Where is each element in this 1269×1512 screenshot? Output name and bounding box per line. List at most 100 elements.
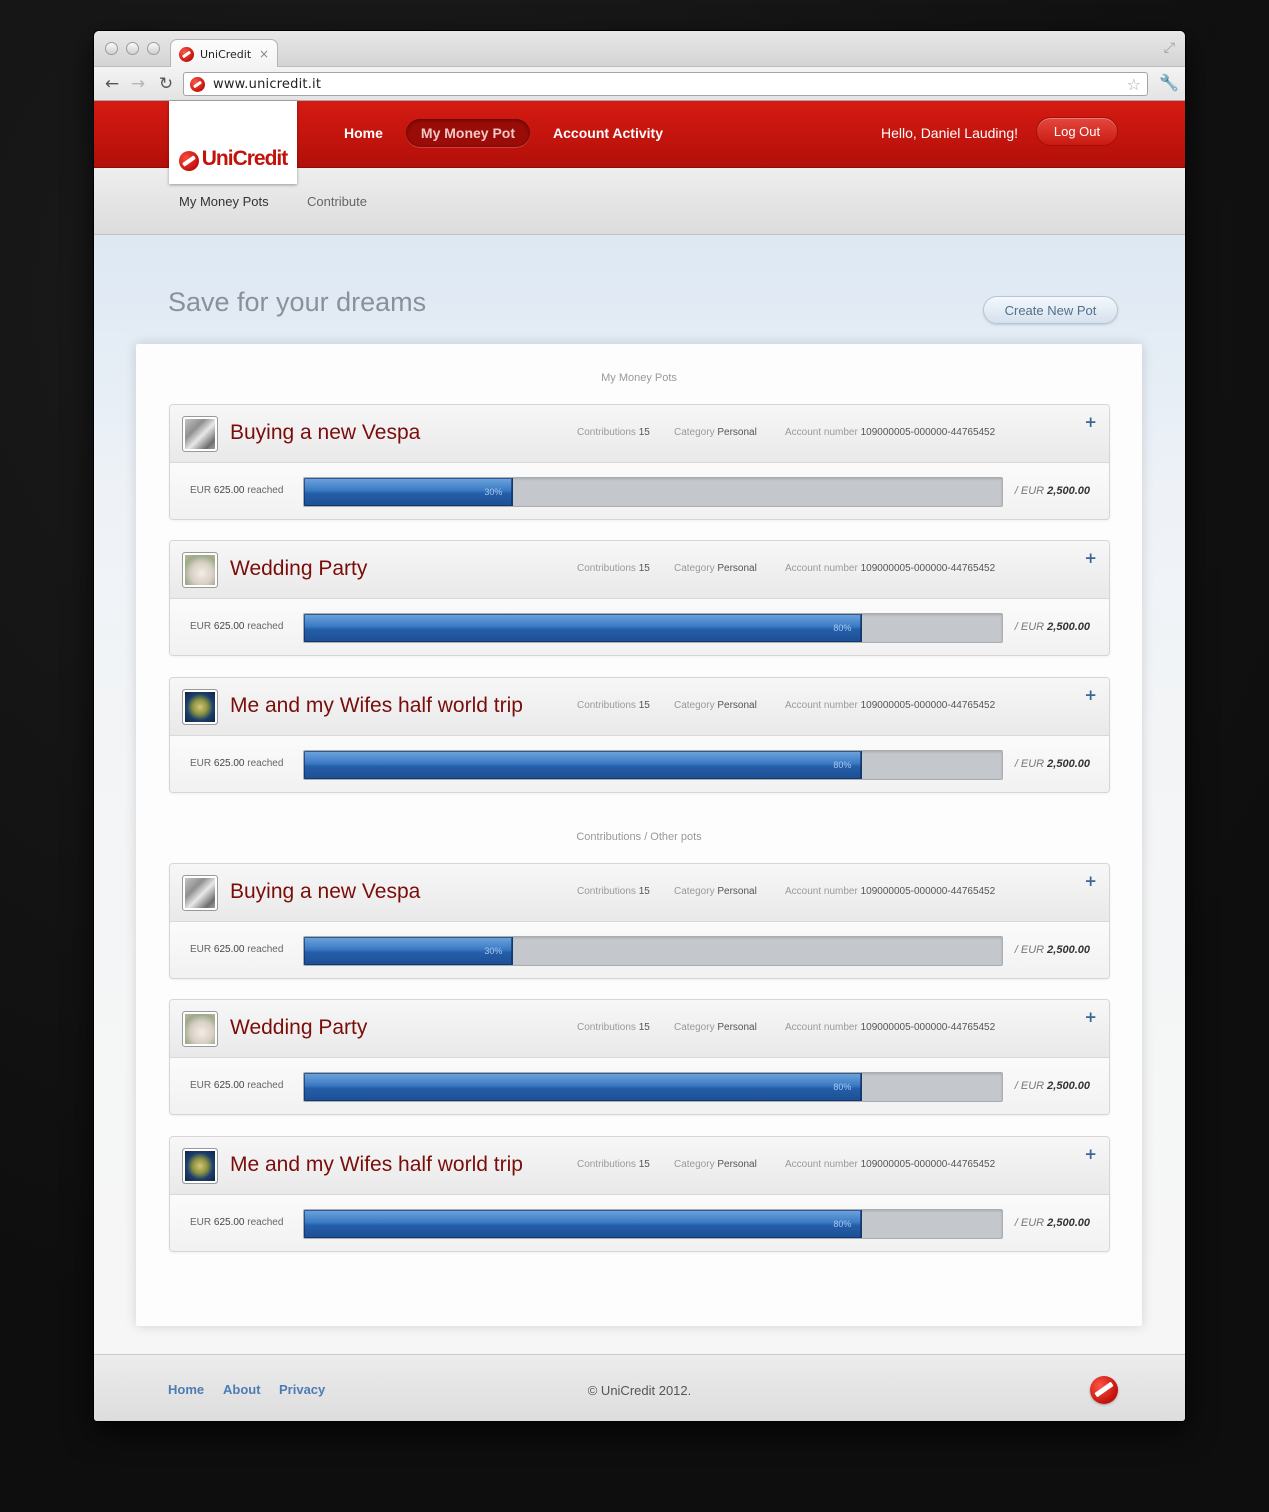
pot-target-amount: / EUR 2,500.00 [1014, 758, 1090, 770]
tab-strip: UniCredit × ⤢ [94, 31, 1185, 68]
progress-fill: 30% [304, 478, 514, 506]
create-new-pot-button[interactable]: Create New Pot [983, 296, 1118, 324]
tab-close-icon[interactable]: × [259, 47, 269, 61]
pot-title[interactable]: Wedding Party [230, 1016, 367, 1040]
pot-progress-row: EUR 625.00 reached 30% / EUR 2,500.00 [170, 922, 1109, 978]
world-photo-thumbnail [182, 689, 218, 725]
progress-label: 30% [484, 487, 503, 497]
vespa-photo-thumbnail [182, 875, 218, 911]
pot-contributions: Contributions 15 [577, 427, 650, 438]
plus-icon[interactable]: + [1084, 549, 1097, 567]
nav-account-activity[interactable]: Account Activity [538, 119, 678, 147]
subnav-contribute[interactable]: Contribute [307, 194, 367, 209]
pot-contributions: Contributions 15 [577, 886, 650, 897]
pot-progress-row: EUR 625.00 reached 80% / EUR 2,500.00 [170, 1195, 1109, 1251]
progress-fill: 80% [304, 751, 863, 779]
browser-window: UniCredit × ⤢ ← → ↻ www.unicredit.it ☆ 🔧… [94, 31, 1185, 1421]
pot-title[interactable]: Me and my Wifes half world trip [230, 1153, 523, 1177]
pot-reached-amount: EUR 625.00 reached [190, 1217, 284, 1228]
unicredit-logo-icon[interactable] [1090, 1376, 1118, 1404]
pot-header: Wedding Party Contributions 15 Category … [170, 1000, 1109, 1058]
window-controls [105, 42, 160, 55]
address-bar[interactable]: www.unicredit.it ☆ [183, 72, 1148, 96]
pot-contributions: Contributions 15 [577, 1159, 650, 1170]
logout-button[interactable]: Log Out [1036, 117, 1118, 146]
pot-reached-amount: EUR 625.00 reached [190, 944, 284, 955]
pot-progress-row: EUR 625.00 reached 80% / EUR 2,500.00 [170, 599, 1109, 655]
world-photo-thumbnail [182, 1148, 218, 1184]
star-icon[interactable]: ☆ [1127, 75, 1141, 94]
greeting: Hello, Daniel Lauding! [881, 125, 1018, 141]
progress-label: 80% [833, 623, 852, 633]
section-my-money-pots: My Money Pots [601, 372, 677, 384]
pot-account-number: Account number 109000005-000000-44765452 [785, 563, 996, 574]
copyright: © UniCredit 2012. [587, 1383, 692, 1398]
pot-category: Category Personal [674, 700, 757, 711]
money-pot-card: Buying a new Vespa Contributions 15 Cate… [169, 863, 1110, 979]
main-content: Save for your dreams Create New Pot My M… [94, 235, 1185, 1353]
money-pot-card: Me and my Wifes half world trip Contribu… [169, 677, 1110, 793]
progress-bar: 80% [303, 750, 1003, 780]
progress-fill: 80% [304, 1210, 863, 1238]
unicredit-logo[interactable]: UniCredit [169, 101, 297, 184]
progress-bar: 30% [303, 936, 1003, 966]
back-arrow-icon[interactable]: ← [102, 74, 122, 94]
pot-account-number: Account number 109000005-000000-44765452 [785, 1159, 996, 1170]
browser-tab[interactable]: UniCredit × [170, 39, 278, 68]
subnav-my-money-pots[interactable]: My Money Pots [179, 194, 269, 209]
pot-account-number: Account number 109000005-000000-44765452 [785, 1022, 996, 1033]
reload-icon[interactable]: ↻ [156, 74, 176, 94]
pot-header: Me and my Wifes half world trip Contribu… [170, 678, 1109, 736]
tab-title: UniCredit [200, 47, 252, 61]
zoom-window-button[interactable] [147, 42, 160, 55]
progress-label: 30% [484, 946, 503, 956]
wrench-icon[interactable]: 🔧 [1159, 73, 1179, 92]
progress-fill: 30% [304, 937, 514, 965]
pot-reached-amount: EUR 625.00 reached [190, 758, 284, 769]
forward-arrow-icon[interactable]: → [128, 74, 148, 94]
progress-bar: 80% [303, 613, 1003, 643]
progress-bar: 80% [303, 1072, 1003, 1102]
plus-icon[interactable]: + [1084, 872, 1097, 890]
money-pot-card: Buying a new Vespa Contributions 15 Cate… [169, 404, 1110, 520]
pot-title[interactable]: Me and my Wifes half world trip [230, 694, 523, 718]
pot-category: Category Personal [674, 1022, 757, 1033]
money-pot-card: Wedding Party Contributions 15 Category … [169, 999, 1110, 1115]
pot-contributions: Contributions 15 [577, 700, 650, 711]
progress-fill: 80% [304, 614, 863, 642]
money-pot-card: Wedding Party Contributions 15 Category … [169, 540, 1110, 656]
footer: Home About Privacy © UniCredit 2012. [94, 1354, 1185, 1421]
minimize-window-button[interactable] [126, 42, 139, 55]
unicredit-logo-icon [178, 151, 199, 171]
pot-contributions: Contributions 15 [577, 1022, 650, 1033]
pot-category: Category Personal [674, 563, 757, 574]
progress-label: 80% [833, 1219, 852, 1229]
pot-progress-row: EUR 625.00 reached 30% / EUR 2,500.00 [170, 463, 1109, 519]
nav-my-money-pot[interactable]: My Money Pot [405, 119, 531, 147]
plus-icon[interactable]: + [1084, 1008, 1097, 1026]
resize-icon[interactable]: ⤢ [1164, 40, 1175, 56]
plus-icon[interactable]: + [1084, 686, 1097, 704]
progress-bar: 80% [303, 1209, 1003, 1239]
progress-bar: 30% [303, 477, 1003, 507]
pot-account-number: Account number 109000005-000000-44765452 [785, 700, 996, 711]
pot-target-amount: / EUR 2,500.00 [1014, 621, 1090, 633]
nav-home[interactable]: Home [329, 119, 398, 147]
pot-title[interactable]: Wedding Party [230, 557, 367, 581]
close-window-button[interactable] [105, 42, 118, 55]
pot-contributions: Contributions 15 [577, 563, 650, 574]
plus-icon[interactable]: + [1084, 413, 1097, 431]
plus-icon[interactable]: + [1084, 1145, 1097, 1163]
pot-reached-amount: EUR 625.00 reached [190, 1080, 284, 1091]
pot-title[interactable]: Buying a new Vespa [230, 880, 420, 904]
browser-toolbar: ← → ↻ www.unicredit.it ☆ 🔧 [94, 67, 1185, 101]
pot-header: Buying a new Vespa Contributions 15 Cate… [170, 864, 1109, 922]
logo-text: UniCredit [201, 147, 288, 170]
pot-title[interactable]: Buying a new Vespa [230, 421, 420, 445]
pot-progress-row: EUR 625.00 reached 80% / EUR 2,500.00 [170, 736, 1109, 792]
wedding-photo-thumbnail [182, 1011, 218, 1047]
section-other-pots: Contributions / Other pots [576, 831, 702, 843]
wedding-photo-thumbnail [182, 552, 218, 588]
url-text: www.unicredit.it [213, 76, 322, 92]
unicredit-favicon-icon [190, 76, 205, 92]
